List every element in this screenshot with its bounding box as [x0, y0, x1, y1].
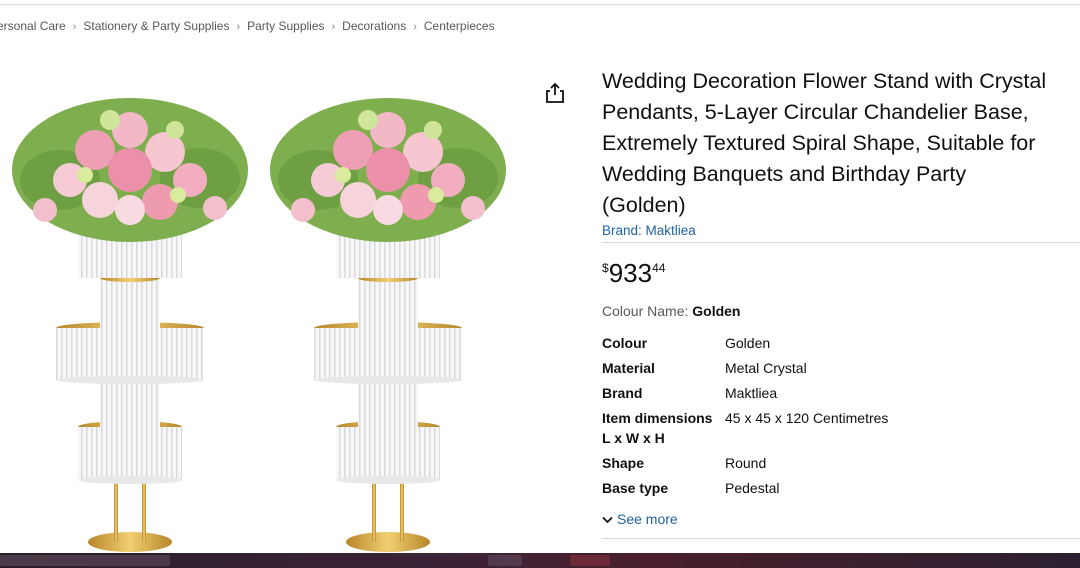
spec-value: 45 x 45 x 120 Centimetres — [725, 410, 889, 426]
product-title: Wedding Decoration Flower Stand with Cry… — [602, 66, 1080, 221]
colour-name-label: Colour Name: — [602, 303, 689, 319]
see-more-label: See more — [617, 511, 678, 527]
spec-key: Base type — [602, 480, 669, 496]
share-icon[interactable] — [544, 82, 566, 104]
breadcrumb-centerpieces[interactable]: Centerpieces — [424, 19, 495, 33]
brand-link[interactable]: Brand: Maktliea — [602, 223, 696, 238]
top-divider — [0, 4, 1080, 5]
spec-value: Round — [725, 455, 767, 471]
breadcrumb-separator-icon: › — [331, 21, 336, 33]
product-title-line: Extremely Textured Spiral Shape, Suitabl… — [602, 131, 1036, 155]
spec-key: Brand — [602, 385, 643, 401]
spec-row: Base type Pedestal — [602, 478, 1072, 503]
spec-row: Colour Golden — [602, 333, 1072, 358]
product-specs-table: Colour Golden Material Metal Crystal Bra… — [602, 333, 1072, 503]
breadcrumb-party-supplies[interactable]: Party Supplies — [247, 19, 324, 33]
spec-row: Item dimensions L x W x H 45 x 45 x 120 C… — [602, 408, 1072, 453]
breadcrumb-personal-care[interactable]: ersonal Care — [0, 19, 66, 33]
spec-value: Golden — [725, 335, 771, 351]
spec-row: Brand Maktliea — [602, 383, 1072, 408]
taskbar-item[interactable] — [570, 555, 610, 566]
spec-key: Material — [602, 360, 655, 376]
taskbar-item[interactable] — [488, 555, 522, 566]
spec-key: Shape — [602, 455, 645, 471]
taskbar — [0, 553, 1080, 568]
colour-name-value: Golden — [692, 303, 741, 319]
product-title-line: (Golden) — [602, 193, 686, 217]
product-title-line: Wedding Decoration Flower Stand with Cry… — [602, 69, 1047, 93]
divider — [602, 538, 1080, 539]
price-symbol: $ — [602, 261, 609, 275]
product-image[interactable] — [0, 60, 540, 557]
spec-value: Pedestal — [725, 480, 780, 496]
price-fraction: 44 — [652, 261, 666, 275]
spec-value: Maktliea — [725, 385, 778, 401]
see-more-button[interactable]: See more — [602, 511, 678, 527]
breadcrumb-stationery[interactable]: Stationery & Party Supplies — [83, 19, 229, 33]
chevron-down-icon — [602, 517, 613, 524]
breadcrumb-separator-icon: › — [413, 21, 417, 33]
divider — [602, 242, 1080, 243]
spec-key: Item dimensions L x W x H — [602, 410, 713, 446]
spec-row: Shape Round — [602, 453, 1072, 478]
colour-name: Colour Name: Golden — [602, 303, 741, 319]
breadcrumb-decorations[interactable]: Decorations — [342, 19, 406, 33]
spec-value: Metal Crystal — [725, 360, 807, 376]
product-title-line: Pendants, 5-Layer Circular Chandelier Ba… — [602, 100, 1029, 124]
taskbar-item[interactable] — [0, 555, 170, 566]
product-title-line: Wedding Banquets and Birthday Party — [602, 162, 967, 186]
price: $93344 — [602, 258, 665, 289]
spec-key: Colour — [602, 335, 648, 351]
breadcrumb-separator-icon: › — [72, 21, 77, 33]
breadcrumb: ersonal Care › Stationery & Party Supplies… — [0, 19, 495, 33]
breadcrumb-separator-icon: › — [236, 21, 241, 33]
price-whole: 933 — [608, 258, 653, 288]
spec-row: Material Metal Crystal — [602, 358, 1072, 383]
